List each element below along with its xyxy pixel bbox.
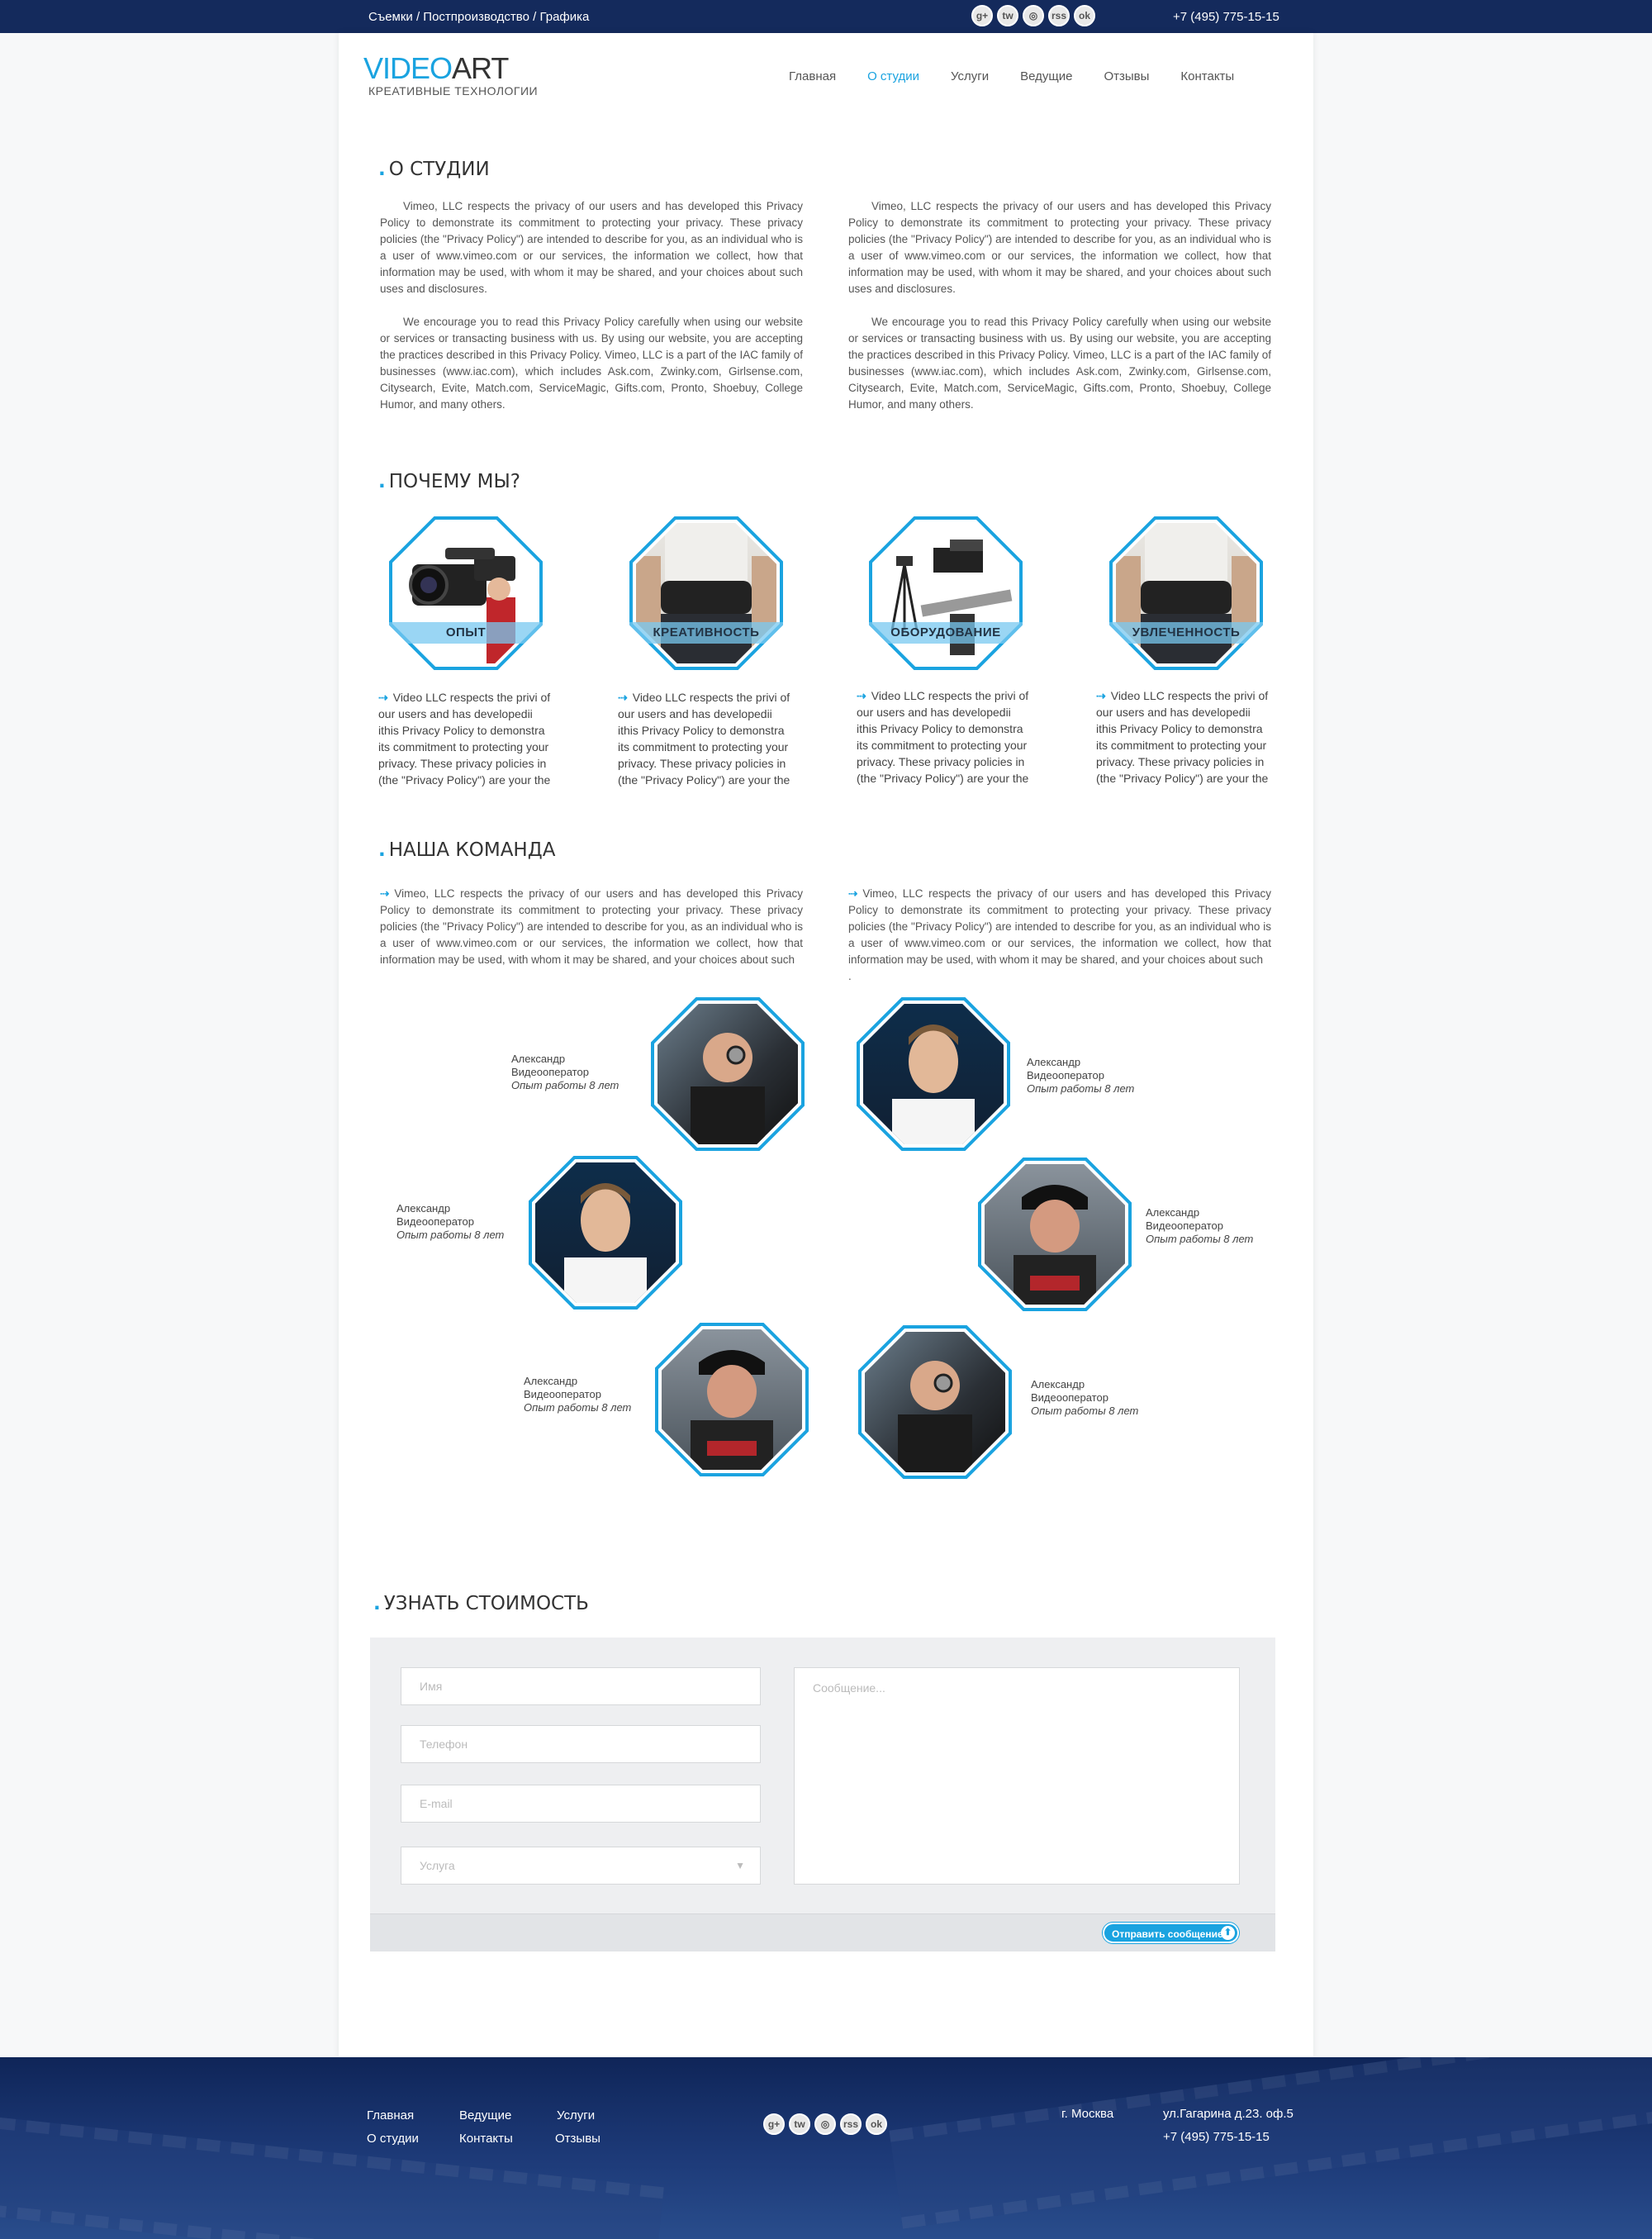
member-photo[interactable] [655,1323,809,1476]
footer-link-hosts[interactable]: Ведущие [459,2108,511,2123]
about-text-right: Vimeo, LLC respects the privacy of our u… [848,200,1271,411]
avatar [863,1004,1004,1144]
footer-city: г. Москва [1061,2107,1114,2121]
tagline: Съемки / Постпроизводство / Графика [368,10,590,24]
why-label-experience: ОПЫТ [389,622,543,644]
google-plus-icon[interactable]: g+ [971,5,993,26]
logo-video: VIDEO [363,51,453,85]
why-card-equipment[interactable]: ОБОРУДОВАНИЕ [869,516,1023,670]
why-label-passion: УВЛЕЧЕННОСТЬ [1109,622,1263,644]
name-field[interactable]: Имя [401,1667,761,1705]
dribbble-icon[interactable]: ◎ [1023,5,1044,26]
footer: Главная О студии Ведущие Контакты Услуги… [0,2057,1652,2239]
nav-contacts[interactable]: Контакты [1180,69,1234,83]
top-phone: +7 (495) 775-15-15 [1173,10,1279,24]
service-select[interactable]: Услуга ▼ [401,1847,761,1885]
rss-icon[interactable]: rss [840,2113,862,2135]
team-title: . НАША КОМАНДА [378,839,556,861]
email-field[interactable]: E-mail [401,1785,761,1823]
footer-link-reviews[interactable]: Отзывы [555,2132,601,2146]
social-icons: g+ tw ◎ rss ok [971,5,1095,26]
member-info: Александр Видеооператор Опыт работы 8 лет [396,1202,505,1241]
logo-subtitle: КРЕАТИВНЫЕ ТЕХНОЛОГИИ [368,84,539,97]
member-photo[interactable] [858,1325,1012,1479]
twitter-icon[interactable]: tw [997,5,1018,26]
avatar [535,1162,676,1303]
top-bar: Съемки / Постпроизводство / Графика g+ t… [0,0,1652,33]
nav-about[interactable]: О студии [867,69,919,83]
member-info: Александр Видеооператор Опыт работы 8 лет [524,1375,632,1414]
nav-services[interactable]: Услуги [951,69,989,83]
member-info: Александр Видеооператор Опыт работы 8 лет [1146,1206,1254,1245]
twitter-icon[interactable]: tw [789,2113,810,2135]
team-text-left: ⇢ Vimeo, LLC respects the privacy of our … [380,887,803,966]
about-text-left: Vimeo, LLC respects the privacy of our u… [380,200,803,411]
service-select-value: Услуга [420,1859,455,1872]
nav-reviews[interactable]: Отзывы [1104,69,1149,83]
why-text-passion: ⇢ Video LLC respects the privi of our use… [1096,689,1269,785]
member-photo[interactable] [651,997,805,1151]
logo-art: ART [452,51,509,85]
avatar [662,1329,802,1470]
member-info: Александр Видеооператор Опыт работы 8 лет [1027,1056,1135,1095]
nav-home[interactable]: Главная [789,69,836,83]
why-card-creativity[interactable]: КРЕАТИВНОСТЬ [629,516,783,670]
footer-link-contacts[interactable]: Контакты [459,2132,513,2146]
member-info: Александр Видеооператор Опыт работы 8 лет [511,1053,620,1091]
avatar [985,1164,1125,1305]
odnoklassniki-icon[interactable]: ok [1074,5,1095,26]
nav-hosts[interactable]: Ведущие [1020,69,1072,83]
why-text-experience: ⇢ Video LLC respects the privi of our use… [378,691,551,787]
member-photo[interactable] [857,997,1010,1151]
why-label-creativity: КРЕАТИВНОСТЬ [629,622,783,644]
avatar [865,1332,1005,1472]
why-card-passion[interactable]: УВЛЕЧЕННОСТЬ [1109,516,1263,670]
dribbble-icon[interactable]: ◎ [814,2113,836,2135]
footer-social-icons: g+ tw ◎ rss ok [763,2113,887,2135]
footer-address: ул.Гагарина д.23. оф.5 [1163,2107,1294,2121]
team-text-right: ⇢ Vimeo, LLC respects the privacy of our … [848,887,1271,982]
why-title: . ПОЧЕМУ МЫ? [378,471,520,492]
footer-link-about[interactable]: О студии [367,2132,419,2146]
send-button-label: Отправить сообщение [1112,1928,1223,1940]
send-button[interactable]: Отправить сообщение ⬆ [1103,1923,1239,1943]
member-photo[interactable] [978,1158,1132,1311]
footer-link-services[interactable]: Услуги [557,2108,595,2123]
arrow-up-icon: ⬆ [1221,1926,1235,1940]
about-title: .О СТУДИИ [378,159,490,180]
footer-phone: +7 (495) 775-15-15 [1163,2130,1270,2144]
phone-field[interactable]: Телефон [401,1725,761,1763]
chevron-down-icon: ▼ [735,1860,745,1871]
member-info: Александр Видеооператор Опыт работы 8 лет [1031,1378,1139,1417]
avatar [657,1004,798,1144]
price-title: . УЗНАТЬ СТОИМОСТЬ [373,1593,589,1614]
rss-icon[interactable]: rss [1048,5,1070,26]
main-nav: Главная О студии Услуги Ведущие Отзывы К… [789,69,1234,83]
why-label-equipment: ОБОРУДОВАНИЕ [869,622,1023,644]
why-card-experience[interactable]: ОПЫТ [389,516,543,670]
footer-link-home[interactable]: Главная [367,2108,414,2123]
odnoklassniki-icon[interactable]: ok [866,2113,887,2135]
member-photo[interactable] [529,1156,682,1310]
why-text-equipment: ⇢ Video LLC respects the privi of our use… [857,689,1029,785]
message-field[interactable]: Сообщение... [794,1667,1240,1885]
logo[interactable]: VIDEOART КРЕАТИВНЫЕ ТЕХНОЛОГИИ [363,51,538,97]
google-plus-icon[interactable]: g+ [763,2113,785,2135]
why-text-creativity: ⇢ Video LLC respects the privi of our use… [618,691,790,787]
